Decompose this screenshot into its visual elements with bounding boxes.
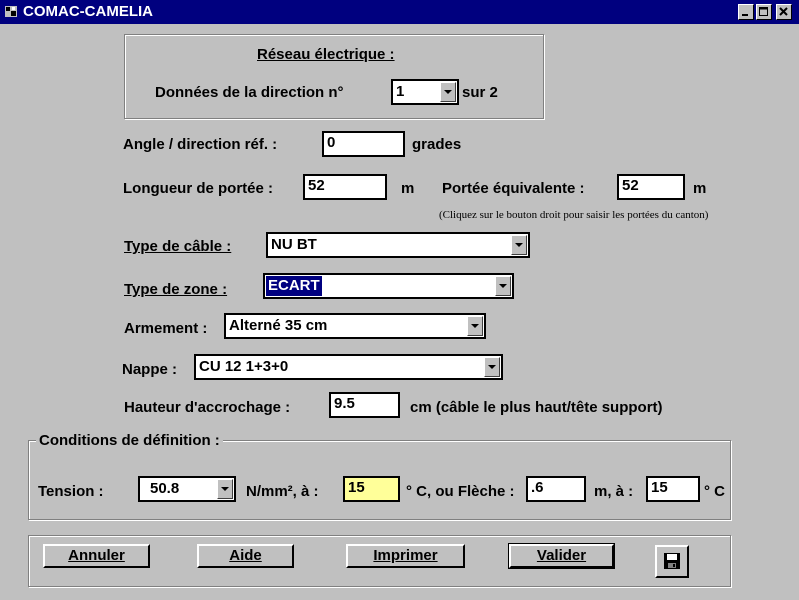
fleche-label: ° C, ou Flèche : [406,483,515,500]
armement-label: Armement : [124,320,208,337]
close-icon [779,7,788,16]
nappe-dropdown-button[interactable] [484,357,500,377]
hauteur-input[interactable]: 9.5 [329,392,400,418]
temperature-input-1[interactable]: 15 [343,476,400,502]
chevron-down-icon [444,90,452,94]
cable-select[interactable]: NU BT [266,232,530,258]
armement-dropdown-button[interactable] [467,316,483,336]
temperature-unit-2: ° C [704,483,725,500]
direction-total: sur 2 [462,84,498,101]
chevron-down-icon [499,284,507,288]
minimize-button[interactable] [738,4,754,20]
armement-select[interactable]: Alterné 35 cm [224,313,486,339]
zone-label: Type de zone : [124,281,228,298]
zone-select[interactable]: ECART [263,273,514,299]
portee-equiv-label: Portée équivalente : [442,180,585,197]
portee-unit: m [401,180,415,197]
portee-input[interactable]: 52 [303,174,387,200]
direction-select[interactable]: 1 [391,79,459,105]
portee-equiv-input[interactable]: 52 [617,174,685,200]
cable-dropdown-button[interactable] [511,235,527,255]
chevron-down-icon [221,487,229,491]
armement-value: Alterné 35 cm [229,317,328,334]
conditions-heading: Conditions de définition : [36,432,223,450]
window-title: COMAC-CAMELIA [23,3,153,20]
zone-dropdown-button[interactable] [495,276,511,296]
portee-hint: (Cliquez sur le bouton droit pour saisir… [439,209,709,221]
dialog-window: COMAC-CAMELIA Réseau électrique : Donnée… [0,0,799,600]
save-button[interactable] [655,545,689,578]
angle-label: Angle / direction réf. : [123,136,278,153]
portee-equiv-unit: m [693,180,707,197]
tension-label: Tension : [38,483,104,500]
help-button[interactable]: Aide [197,544,294,568]
title-bar[interactable]: COMAC-CAMELIA [0,0,799,24]
cable-value: NU BT [271,236,317,253]
tension-value: 50.8 [150,480,180,497]
portee-label: Longueur de portée : [123,180,273,197]
reseau-heading: Réseau électrique : [257,46,395,63]
direction-value: 1 [396,83,405,100]
minimize-icon [742,14,748,16]
chevron-down-icon [488,365,496,369]
tension-select[interactable]: 50.8 [138,476,236,502]
direction-label: Données de la direction n° [155,84,344,101]
cancel-button[interactable]: Annuler [43,544,150,568]
cable-label: Type de câble : [124,238,232,255]
nappe-label: Nappe : [122,361,178,378]
direction-dropdown-button[interactable] [440,82,456,102]
tension-unit: N/mm², à : [246,483,319,500]
chevron-down-icon [471,324,479,328]
maximize-icon [759,7,768,16]
fleche-input[interactable]: .6 [526,476,586,502]
fleche-unit: m, à : [594,483,634,500]
app-icon [5,6,17,17]
angle-unit: grades [412,136,462,153]
chevron-down-icon [515,243,523,247]
close-button[interactable] [776,4,792,20]
print-button[interactable]: Imprimer [346,544,465,568]
tension-dropdown-button[interactable] [217,479,233,499]
validate-button[interactable]: Valider [508,543,615,569]
nappe-select[interactable]: CU 12 1+3+0 [194,354,503,380]
angle-input[interactable]: 0 [322,131,405,157]
hauteur-label: Hauteur d'accrochage : [124,399,291,416]
hauteur-unit: cm (câble le plus haut/tête support) [410,399,663,416]
temperature-input-2[interactable]: 15 [646,476,700,502]
floppy-disk-icon [664,553,680,569]
zone-value: ECART [266,276,322,296]
maximize-button[interactable] [756,4,772,20]
nappe-value: CU 12 1+3+0 [199,358,289,375]
